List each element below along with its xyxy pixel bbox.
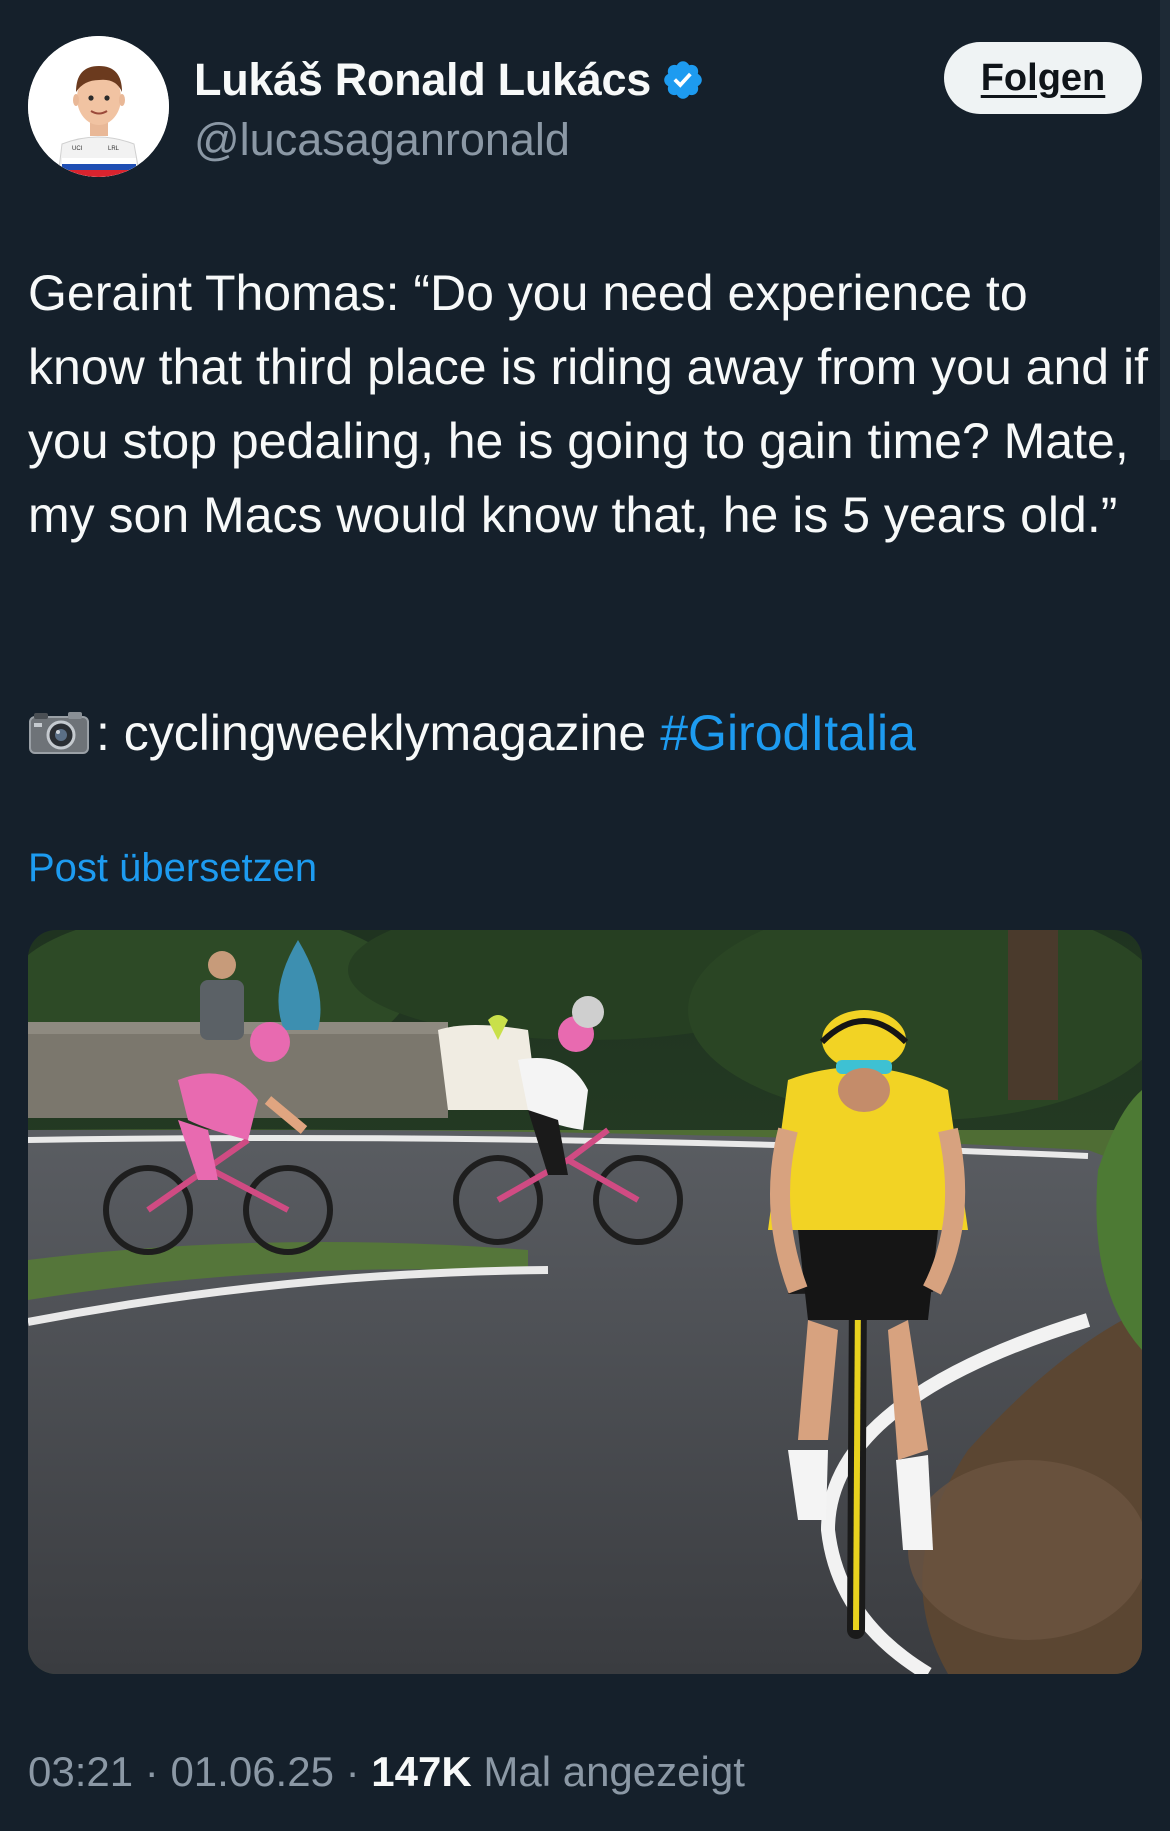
tweet-header: UCI LRL Lukáš Ronald Lukács @lucasaganro…	[28, 36, 1142, 178]
avatar[interactable]: UCI LRL	[28, 36, 169, 177]
tweet-body: Geraint Thomas: “Do you need experience …	[28, 265, 1148, 543]
meta-separator: ·	[144, 1748, 159, 1795]
user-name-row[interactable]: Lukáš Ronald Lukács	[194, 54, 705, 106]
translate-post-link[interactable]: Post übersetzen	[28, 846, 317, 891]
hashtag-link[interactable]: #GirodItalia	[660, 696, 916, 770]
follow-button[interactable]: Folgen	[944, 42, 1142, 114]
scrollbar-track[interactable]	[1160, 0, 1170, 460]
post-date[interactable]: 01.06.25	[170, 1748, 334, 1795]
photo-credit-text: : cyclingweeklymagazine	[96, 705, 647, 761]
tweet-photo[interactable]	[28, 930, 1142, 1674]
views-label: Mal angezeigt	[483, 1748, 745, 1795]
svg-text:LRL: LRL	[108, 146, 120, 152]
views-count: 147K	[371, 1748, 472, 1795]
camera-icon	[29, 712, 89, 754]
tweet-meta: 03:21 · 01.06.25 · 147K Mal angezeigt	[28, 1748, 745, 1796]
cycling-race-photo	[28, 930, 1142, 1674]
photo-credit-line: : cyclingweeklymagazine #GirodItalia	[28, 696, 916, 770]
tweet-text: Geraint Thomas: “Do you need experience …	[28, 256, 1148, 552]
meta-separator: ·	[345, 1748, 360, 1795]
svg-text:UCI: UCI	[72, 146, 83, 152]
post-time[interactable]: 03:21	[28, 1748, 133, 1795]
verified-badge-icon	[664, 61, 702, 99]
user-name[interactable]: Lukáš Ronald Lukács	[194, 54, 651, 106]
user-handle[interactable]: @lucasaganronald	[194, 114, 570, 166]
avatar-cartoon-icon: UCI LRL	[28, 36, 169, 177]
